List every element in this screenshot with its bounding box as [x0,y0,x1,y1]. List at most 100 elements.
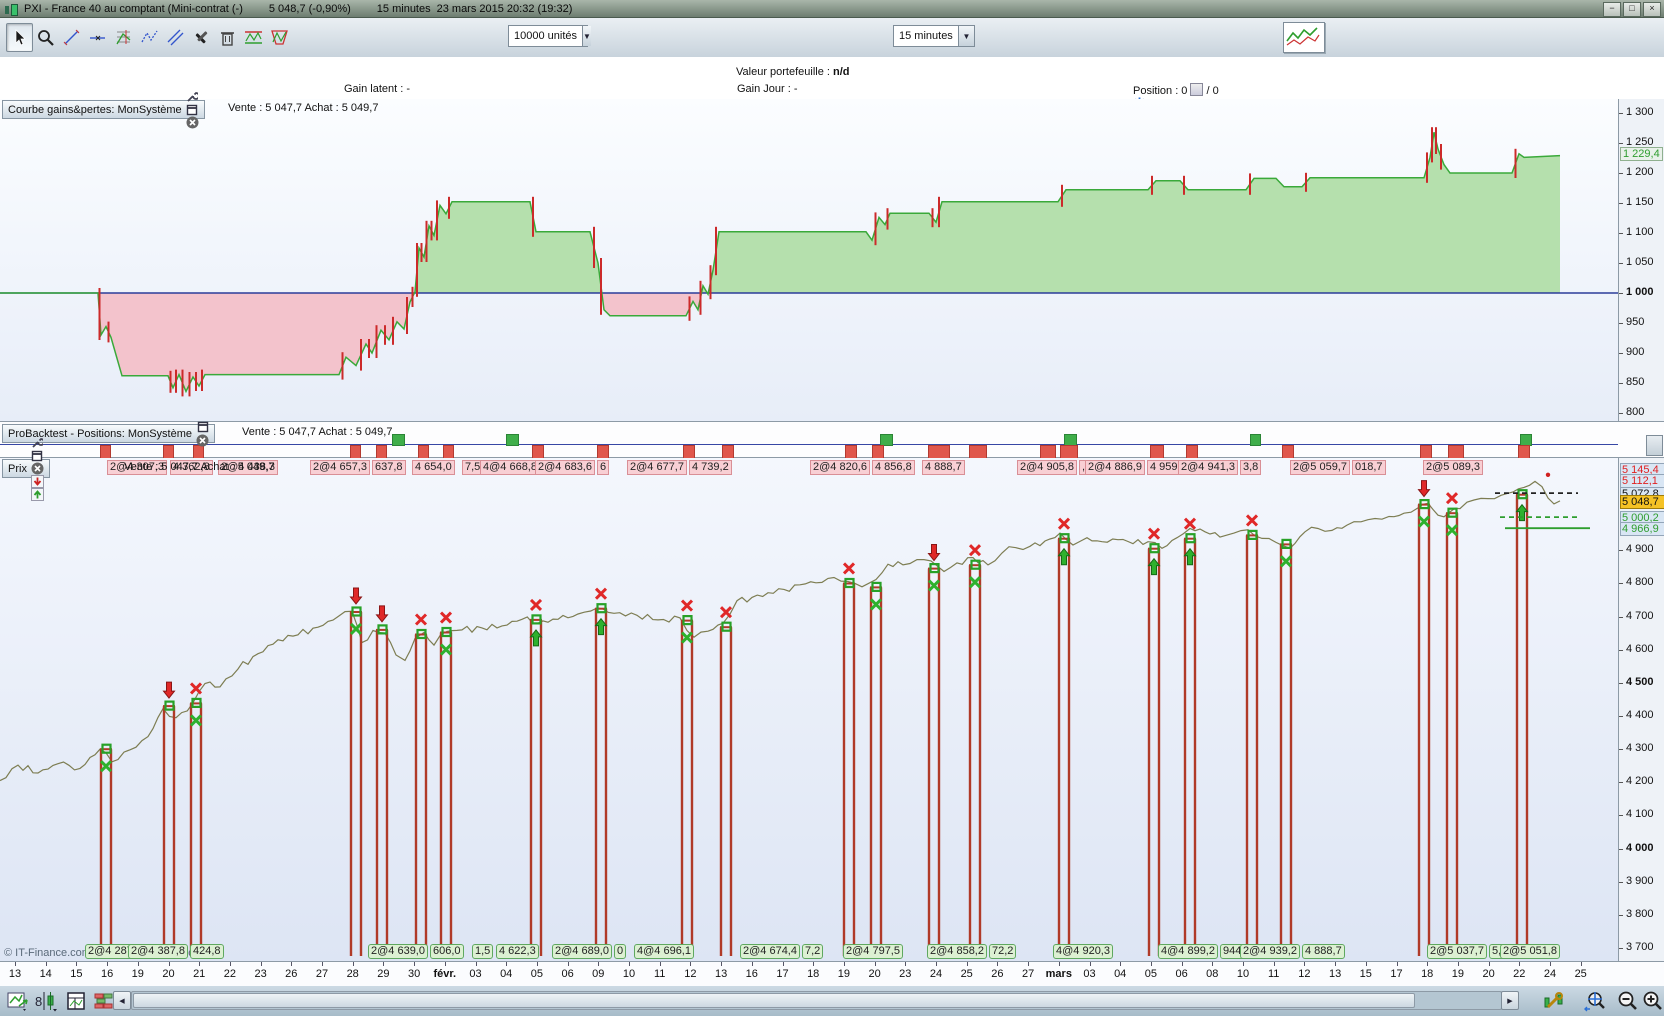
minimize-button[interactable]: − [1603,2,1621,17]
date-label: 29 [377,968,389,980]
pattern-bearish-tool-button[interactable] [240,23,267,52]
chevron-down-icon[interactable]: ▼ [582,26,591,46]
zigzag-tool-button[interactable] [136,23,163,52]
titlebar-datetime: 23 mars 2015 20:32 (19:32) [437,3,573,15]
equity-tick-label: 1 100 [1626,226,1654,238]
zoom-out-button[interactable] [1616,989,1640,1013]
trendline-tool-button[interactable] [58,23,85,52]
maximize-button[interactable]: □ [1623,2,1641,17]
pattern-bullish-tool-button[interactable] [266,23,293,52]
date-label: 03 [1083,968,1095,980]
equity-panel[interactable]: Courbe gains&pertes: MonSystème Vente : … [0,99,1664,422]
parallel-lines-tool-button[interactable] [162,23,189,52]
chevron-down-icon[interactable]: ▼ [958,26,974,46]
short-position-block [928,445,950,459]
short-position-block [418,445,429,459]
trade-exit-label: 2@4 797,5 [843,944,903,959]
close-icon[interactable] [31,462,44,475]
cursor-tool-button[interactable] [6,23,33,52]
date-tick [1550,962,1551,966]
tick-mark [1619,413,1623,414]
close-icon[interactable] [196,434,209,447]
date-label: 10 [623,968,635,980]
date-label: mars [1046,968,1072,980]
date-label: 23 [254,968,266,980]
buy-arrow-icon[interactable] [31,488,44,501]
scrollbar-thumb[interactable] [133,993,1415,1008]
mini-chart-button[interactable] [1283,22,1325,53]
settings-tool-button[interactable] [188,23,215,52]
date-label: 05 [531,968,543,980]
equity-tick-label: 950 [1626,316,1644,328]
date-label: 30 [408,968,420,980]
date-tick [261,962,262,966]
date-tick [383,962,384,966]
price-tick-label: 4 400 [1626,709,1654,721]
trade-entry-label: 2@4 820,6 [810,460,870,475]
short-position-block [532,445,544,459]
equity-chart[interactable] [0,99,1618,421]
close-icon[interactable] [186,116,199,129]
date-tick [1274,962,1275,966]
candlestick-app-icon [4,3,18,15]
delete-tool-button[interactable] [214,23,241,52]
wrench-icon[interactable] [186,90,199,103]
price-panel[interactable]: 2@4 307,34 362,82@4 438,32@4 657,3637,84… [0,458,1664,962]
equity-tick-label: 1 200 [1626,166,1654,178]
grid-icon[interactable] [1190,83,1203,96]
price-chart[interactable] [0,458,1618,961]
valeur-portefeuille: Valeur portefeuille : n/d [736,66,850,78]
trade-entry-label: 2@4 683,6 [535,460,595,475]
trade-entry-label: 2@5 059,7 [1290,460,1350,475]
trade-exit-label: 2@4 858,2 [927,944,987,959]
chart-mode-button[interactable] [6,989,30,1013]
window-icon[interactable] [186,103,199,116]
units-select[interactable]: 10000 unités ▼ [508,25,588,47]
trade-exit-label: 606,0 [430,944,464,959]
zoom-tool-button[interactable] [32,23,59,52]
chart-settings-button[interactable] [1542,989,1566,1013]
date-tick [107,962,108,966]
titlebar: PXI - France 40 au comptant (Mini-contra… [0,0,1664,18]
zoom-fit-button[interactable] [1583,989,1607,1013]
wrench-icon[interactable] [31,436,44,449]
workspace-button[interactable] [64,989,88,1013]
date-tick [15,962,16,966]
panel-scrollbar[interactable] [1646,435,1663,456]
date-label: 25 [1575,968,1587,980]
scroll-right-button[interactable]: ▶ [1501,991,1519,1010]
tick-mark [1619,882,1623,883]
short-position-block [443,445,454,459]
trade-entry-label: 6 [597,460,609,475]
short-position-block [1186,445,1198,459]
equity-panel-tab[interactable]: Courbe gains&pertes: MonSystème [2,100,205,119]
tick-mark [1619,383,1623,384]
horizontal-line-tool-button[interactable] [84,23,111,52]
horizontal-scrollbar[interactable] [131,991,1502,1010]
positions-panel[interactable]: ProBacktest - Positions: MonSystème Vent… [0,422,1664,458]
sell-arrow-icon[interactable] [31,475,44,488]
tick-mark [1619,849,1623,850]
timeframe-select[interactable]: 15 minutes ▼ [893,25,975,47]
date-tick [291,962,292,966]
price-level-box: 4 966,9 [1620,522,1664,536]
fibonacci-tool-button[interactable] [110,23,137,52]
date-label: févr. [433,968,456,980]
window-icon[interactable] [196,421,209,434]
scroll-left-button[interactable]: ◀ [113,991,131,1010]
date-tick [1489,962,1490,966]
price-panel-tab[interactable]: Prix [2,459,50,478]
long-position-block [1250,434,1261,446]
date-tick [997,962,998,966]
zoom-in-button[interactable] [1641,989,1664,1013]
window-icon[interactable] [31,449,44,462]
trade-exit-label: 4 622,3 [496,944,539,959]
date-label: 04 [500,968,512,980]
price-scale-button[interactable]: 8 [34,989,58,1013]
equity-area [0,132,1560,391]
tick-mark [1619,143,1623,144]
close-button[interactable]: × [1643,2,1661,17]
tick-mark [1619,948,1623,949]
tick-mark [1619,233,1623,234]
trade-exit-label: 72,2 [989,944,1016,959]
